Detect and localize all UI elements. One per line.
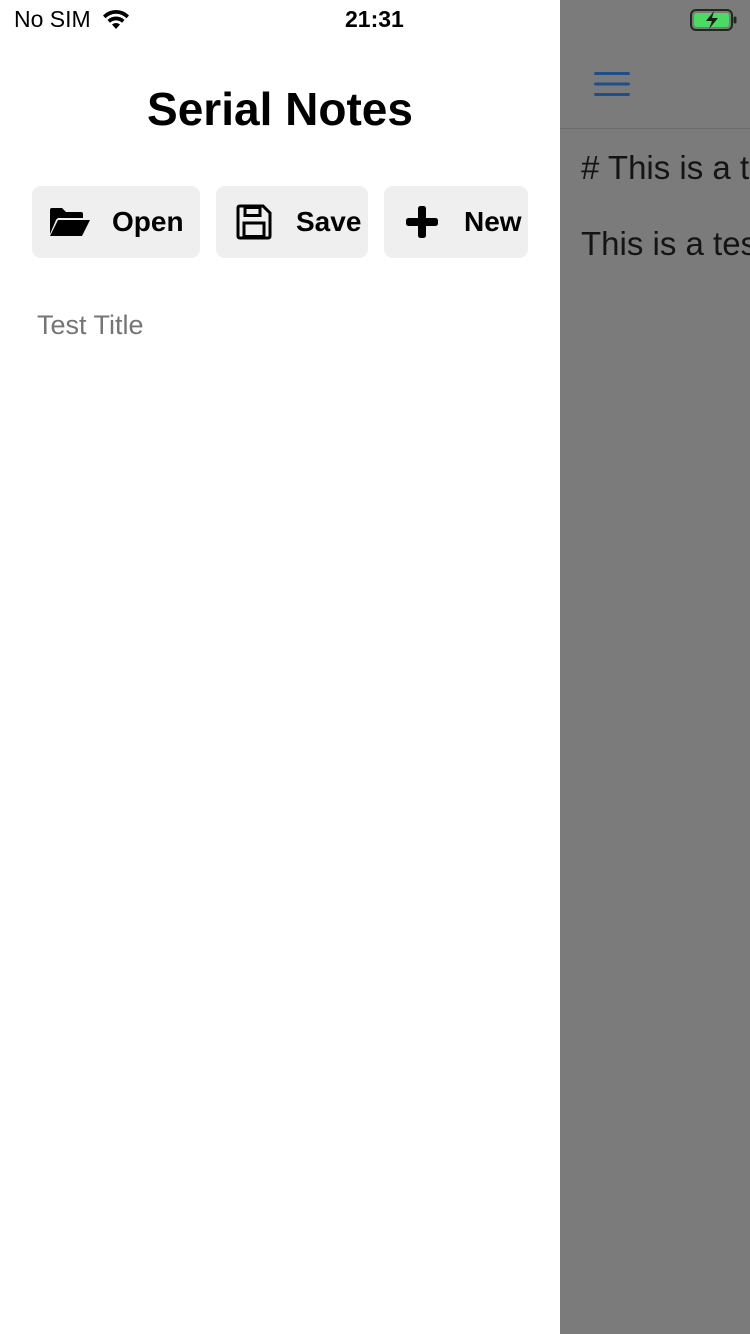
new-button[interactable]: New <box>384 186 528 258</box>
side-drawer: No SIM 21:31 Serial Notes Open Save New … <box>0 0 560 1334</box>
editor-heading-line[interactable]: # This is a t <box>581 149 749 187</box>
hamburger-menu-icon[interactable] <box>594 70 630 98</box>
note-list-item[interactable]: Test Title <box>37 310 144 341</box>
plus-icon <box>400 204 444 240</box>
open-button[interactable]: Open <box>32 186 200 258</box>
status-time: 21:31 <box>345 6 404 32</box>
status-carrier: No SIM <box>14 6 131 33</box>
wifi-icon <box>102 9 129 29</box>
editor-body-line[interactable]: This is a tes <box>581 225 750 263</box>
save-button[interactable]: Save <box>216 186 368 258</box>
app-title: Serial Notes <box>147 83 413 135</box>
carrier-label: No SIM <box>14 6 91 32</box>
floppy-disk-icon <box>232 204 276 240</box>
new-button-label: New <box>464 206 522 237</box>
open-button-label: Open <box>112 206 184 237</box>
folder-open-icon <box>48 204 92 240</box>
battery-charging-icon <box>690 9 737 31</box>
save-button-label: Save <box>296 206 362 237</box>
